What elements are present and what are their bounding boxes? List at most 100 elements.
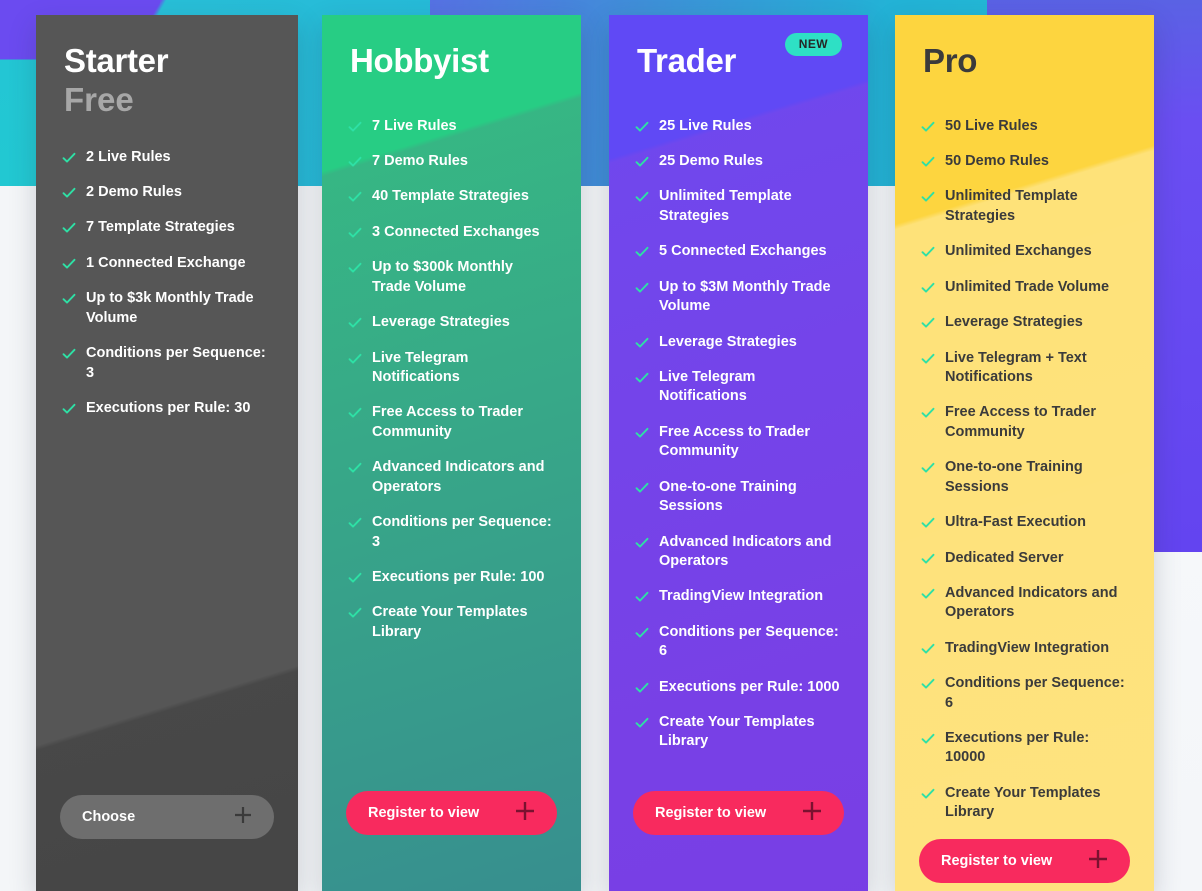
feature-item: Unlimited Exchanges <box>921 242 1128 261</box>
check-icon <box>921 245 935 259</box>
feature-item: Up to $3M Monthly Trade Volume <box>635 278 842 317</box>
feature-label: Unlimited Trade Volume <box>945 278 1110 295</box>
feature-item: Unlimited Trade Volume <box>921 278 1128 297</box>
feature-label: 40 Template Strategies <box>372 188 529 205</box>
feature-item: Create Your Templates Library <box>348 603 555 642</box>
feature-label: Unlimited Exchanges <box>945 243 1092 260</box>
feature-item: Up to $300k Monthly Trade Volume <box>348 258 555 297</box>
feature-label: TradingView Integration <box>945 639 1110 656</box>
check-icon <box>62 221 76 235</box>
check-icon <box>635 626 649 640</box>
feature-item: Leverage Strategies <box>348 313 555 332</box>
check-icon <box>921 587 935 601</box>
feature-item: 2 Live Rules <box>62 148 272 167</box>
pricing-page: Starter Free 2 Live Rules 2 Demo Rules 7… <box>0 0 1202 891</box>
feature-label: 2 Demo Rules <box>86 183 182 200</box>
check-icon <box>635 426 649 440</box>
feature-label: Advanced Indicators and Operators <box>372 459 545 495</box>
feature-item: Create Your Templates Library <box>635 713 842 752</box>
card-header: Starter Free <box>36 15 298 120</box>
feature-label: Free Access to Trader Community <box>659 423 810 460</box>
check-icon <box>635 716 649 730</box>
plus-icon <box>800 799 824 827</box>
feature-label: Leverage Strategies <box>945 314 1083 331</box>
feature-item: Create Your Templates Library <box>921 784 1128 823</box>
check-icon <box>348 155 362 169</box>
check-icon <box>348 406 362 420</box>
feature-item: Conditions per Sequence: 3 <box>62 344 272 383</box>
register-button[interactable]: Register to view <box>919 838 1130 883</box>
feature-label: Conditions per Sequence: 3 <box>86 345 266 381</box>
check-icon <box>635 536 649 550</box>
feature-item: One-to-one Training Sessions <box>635 478 842 517</box>
feature-item: Leverage Strategies <box>635 333 842 352</box>
feature-label: 7 Demo Rules <box>372 153 468 170</box>
check-icon <box>921 155 935 169</box>
check-icon <box>348 352 362 366</box>
feature-label: Create Your Templates Library <box>372 604 528 640</box>
pricing-card-hobbyist: Hobbyist 7 Live Rules 7 Demo Rules 40 Te… <box>322 15 581 891</box>
feature-label: 7 Live Rules <box>372 117 457 134</box>
feature-item: Conditions per Sequence: 6 <box>921 674 1128 713</box>
check-icon <box>635 371 649 385</box>
feature-list: 25 Live Rules 25 Demo Rules Unlimited Te… <box>609 117 868 791</box>
feature-list: 2 Live Rules 2 Demo Rules 7 Template Str… <box>36 148 298 795</box>
register-button[interactable]: Register to view <box>346 791 557 835</box>
feature-item: Unlimited Template Strategies <box>635 187 842 226</box>
choose-button[interactable]: Choose <box>60 795 274 839</box>
feature-item: Live Telegram + Text Notifications <box>921 349 1128 388</box>
check-icon <box>348 461 362 475</box>
check-icon <box>62 402 76 416</box>
feature-label: Executions per Rule: 1000 <box>659 678 840 695</box>
feature-list: 7 Live Rules 7 Demo Rules 40 Template St… <box>322 117 581 791</box>
cta-label: Register to view <box>941 852 1053 869</box>
feature-item: Advanced Indicators and Operators <box>635 533 842 572</box>
feature-item: Executions per Rule: 100 <box>348 568 555 587</box>
check-icon <box>921 316 935 330</box>
plan-name: Hobbyist <box>350 42 489 79</box>
feature-item: Free Access to Trader Community <box>921 403 1128 442</box>
plan-name: Starter <box>64 42 169 79</box>
check-icon <box>921 406 935 420</box>
check-icon <box>348 120 362 134</box>
feature-item: 25 Demo Rules <box>635 152 842 171</box>
register-button[interactable]: Register to view <box>633 791 844 835</box>
plus-icon <box>1086 847 1110 875</box>
feature-label: Executions per Rule: 100 <box>372 568 545 585</box>
card-header: NEW Trader <box>609 15 868 79</box>
feature-label: Live Telegram Notifications <box>659 369 756 405</box>
feature-label: 7 Template Strategies <box>86 219 235 236</box>
feature-label: 5 Connected Exchanges <box>659 243 827 260</box>
plan-price: Free <box>64 80 134 118</box>
cta-label: Register to view <box>368 805 480 821</box>
feature-label: 2 Live Rules <box>86 148 171 165</box>
check-icon <box>921 352 935 366</box>
feature-item: Up to $3k Monthly Trade Volume <box>62 289 272 328</box>
feature-label: Free Access to Trader Community <box>945 404 1096 440</box>
feature-item: Unlimited Template Strategies <box>921 187 1128 226</box>
feature-label: TradingView Integration <box>659 588 824 605</box>
card-header: Pro <box>895 15 1154 79</box>
feature-label: 1 Connected Exchange <box>86 254 246 271</box>
check-icon <box>921 552 935 566</box>
check-icon <box>62 347 76 361</box>
feature-item: 1 Connected Exchange <box>62 254 272 273</box>
feature-item: Conditions per Sequence: 6 <box>635 623 842 662</box>
feature-label: Free Access to Trader Community <box>372 404 523 440</box>
check-icon <box>921 461 935 475</box>
check-icon <box>635 590 649 604</box>
feature-label: Up to $3k Monthly Trade Volume <box>86 290 254 326</box>
check-icon <box>348 226 362 240</box>
check-icon <box>635 681 649 695</box>
check-icon <box>921 190 935 204</box>
feature-label: Conditions per Sequence: 6 <box>659 623 839 660</box>
feature-label: Live Telegram + Text Notifications <box>945 349 1087 385</box>
feature-item: 7 Live Rules <box>348 117 555 136</box>
check-icon <box>348 571 362 585</box>
check-icon <box>348 261 362 275</box>
feature-label: Advanced Indicators and Operators <box>945 584 1118 621</box>
cta-container: Register to view <box>322 791 581 891</box>
feature-item: Leverage Strategies <box>921 313 1128 332</box>
check-icon <box>348 190 362 204</box>
feature-item: 25 Live Rules <box>635 117 842 136</box>
